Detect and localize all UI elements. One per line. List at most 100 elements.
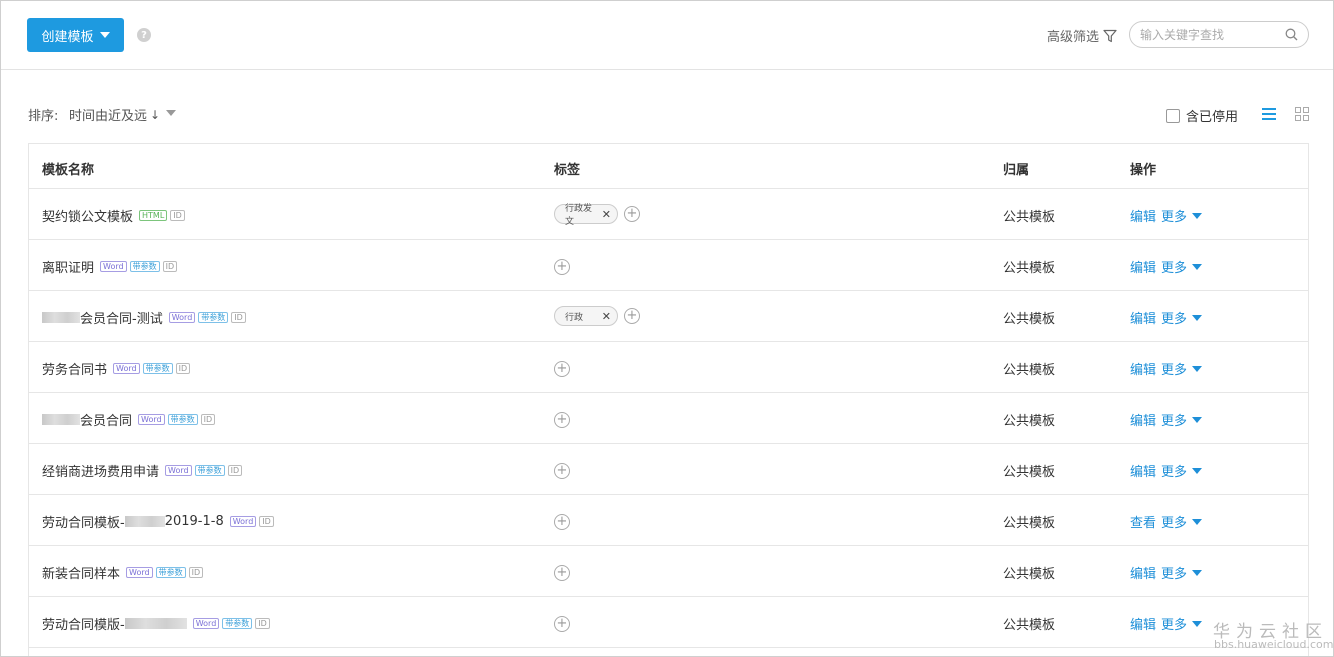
add-tag-icon[interactable]: + bbox=[554, 616, 570, 632]
search-field bbox=[1129, 21, 1309, 48]
format-badge: 带参数 bbox=[167, 414, 198, 425]
edit-link[interactable]: 编辑 bbox=[1130, 206, 1156, 225]
tags-cell: 行政发文 ✕ + bbox=[554, 204, 640, 227]
more-dropdown[interactable]: 更多 bbox=[1161, 359, 1203, 378]
template-name: 离职证明 bbox=[42, 261, 95, 276]
caret-down-icon bbox=[1192, 263, 1203, 270]
sort-direction-icon: ↓ bbox=[150, 107, 161, 122]
ops-cell: 编辑 更多 bbox=[1130, 257, 1203, 276]
tags-cell: + bbox=[554, 616, 570, 632]
more-dropdown[interactable]: 更多 bbox=[1161, 410, 1203, 429]
more-dropdown[interactable]: 更多 bbox=[1161, 257, 1203, 276]
help-icon[interactable]: ? bbox=[137, 28, 151, 42]
format-badge: Word bbox=[138, 414, 165, 425]
add-tag-icon[interactable]: + bbox=[554, 259, 570, 275]
table-row: 劳务合同书 Word 带参数 ID + 公共模板 编辑 更多 bbox=[29, 342, 1308, 393]
edit-link[interactable]: 编辑 bbox=[1130, 257, 1156, 276]
edit-link[interactable]: 编辑 bbox=[1130, 410, 1156, 429]
format-badge: ID bbox=[231, 312, 246, 323]
format-badge: Word bbox=[100, 261, 127, 272]
template-name: 2019-1-8 bbox=[164, 514, 224, 529]
template-name-prefix: 劳动合同模版- bbox=[42, 618, 125, 633]
owner-cell: 公共模板 bbox=[1003, 414, 1056, 429]
format-badge: ID bbox=[227, 465, 243, 476]
include-disabled-toggle[interactable]: 含已停用 bbox=[1166, 106, 1238, 125]
more-dropdown[interactable]: 更多 bbox=[1161, 308, 1203, 327]
more-dropdown[interactable]: 更多 bbox=[1161, 563, 1203, 582]
format-badge: HTML bbox=[139, 210, 168, 221]
owner-cell: 公共模板 bbox=[1003, 210, 1056, 225]
edit-link[interactable]: 编辑 bbox=[1130, 614, 1156, 633]
create-template-button[interactable]: 创建模板 bbox=[27, 18, 124, 52]
template-name-cell[interactable]: 劳动合同模板- 2019-1-8 Word ID bbox=[42, 512, 274, 531]
caret-down-icon bbox=[1192, 365, 1203, 372]
grid-view-icon[interactable] bbox=[1295, 107, 1309, 121]
view-link[interactable]: 查看 bbox=[1130, 512, 1156, 531]
more-label: 更多 bbox=[1161, 567, 1188, 582]
advanced-filter-button[interactable]: 高级筛选 bbox=[1047, 26, 1117, 45]
tag-label: 行政发文 bbox=[565, 204, 593, 227]
format-badge: 带参数 bbox=[222, 618, 253, 629]
template-name: 契约锁公文模板 bbox=[42, 210, 134, 225]
tag-chip: 行政发文 ✕ bbox=[554, 204, 618, 227]
app-frame: 创建模板 ? 高级筛选 排序: 时间由近及远 ↓ 含已停用 bbox=[0, 0, 1334, 657]
list-view-icon[interactable] bbox=[1262, 108, 1276, 120]
watermark-url: bbs.huaweicloud.com bbox=[1214, 638, 1334, 651]
table-row: 劳动合同模版- Word 带参数 ID + 公共模板 编辑 更多 bbox=[29, 597, 1308, 648]
search-input[interactable] bbox=[1140, 26, 1280, 44]
sort-caret-icon[interactable] bbox=[166, 110, 176, 116]
include-disabled-label: 含已停用 bbox=[1186, 110, 1239, 125]
template-name: 新装合同样本 bbox=[42, 567, 121, 582]
sort-label: 排序: bbox=[28, 109, 59, 124]
template-name-cell[interactable]: 会员合同-测试 Word 带参数 ID bbox=[42, 308, 246, 327]
format-badge: 带参数 bbox=[155, 567, 186, 578]
format-badge: 带参数 bbox=[198, 312, 229, 323]
more-dropdown[interactable]: 更多 bbox=[1161, 512, 1203, 531]
more-label: 更多 bbox=[1161, 363, 1188, 378]
header-ops: 操作 bbox=[1130, 163, 1157, 178]
header-tags: 标签 bbox=[554, 163, 581, 178]
template-name-cell[interactable]: 新装合同样本 Word 带参数 ID bbox=[42, 563, 204, 582]
ops-cell: 查看 更多 bbox=[1130, 512, 1203, 531]
format-badge: Word bbox=[165, 465, 192, 476]
edit-link[interactable]: 编辑 bbox=[1130, 563, 1156, 582]
format-badge: Word bbox=[126, 567, 153, 578]
sort-select[interactable]: 时间由近及远 ↓ bbox=[69, 105, 161, 125]
format-badge: Word bbox=[229, 516, 257, 527]
sort-value: 时间由近及远 bbox=[69, 109, 148, 124]
template-name-cell[interactable]: 会员合同 Word 带参数 ID bbox=[42, 410, 216, 429]
template-name-cell[interactable]: 离职证明 Word 带参数 ID bbox=[42, 257, 178, 276]
caret-down-icon bbox=[99, 32, 110, 38]
add-tag-icon[interactable]: + bbox=[554, 514, 570, 530]
ops-cell: 编辑 更多 bbox=[1130, 410, 1203, 429]
template-name: 会员合同-测试 bbox=[80, 312, 163, 327]
edit-link[interactable]: 编辑 bbox=[1130, 308, 1156, 327]
table-row: 会员合同-测试 Word 带参数 ID 行政 ✕ + 公共模板 编辑 更多 bbox=[29, 291, 1308, 342]
include-disabled-checkbox[interactable] bbox=[1166, 108, 1180, 123]
more-dropdown[interactable]: 更多 bbox=[1161, 614, 1203, 633]
remove-tag-icon[interactable]: ✕ bbox=[602, 310, 611, 323]
edit-link[interactable]: 编辑 bbox=[1130, 461, 1156, 480]
edit-link[interactable]: 编辑 bbox=[1130, 359, 1156, 378]
caret-down-icon bbox=[1192, 212, 1203, 219]
ops-cell: 编辑 更多 bbox=[1130, 359, 1203, 378]
add-tag-icon[interactable]: + bbox=[554, 412, 570, 428]
caret-down-icon bbox=[1192, 620, 1203, 627]
search-icon[interactable] bbox=[1285, 28, 1298, 41]
add-tag-icon[interactable]: + bbox=[554, 565, 570, 581]
format-badge: 带参数 bbox=[129, 261, 160, 272]
add-tag-icon[interactable]: + bbox=[624, 206, 640, 222]
add-tag-icon[interactable]: + bbox=[554, 361, 570, 377]
add-tag-icon[interactable]: + bbox=[624, 308, 640, 324]
template-name-cell[interactable]: 劳务合同书 Word 带参数 ID bbox=[42, 359, 191, 378]
template-name-cell[interactable]: 经销商进场费用申请 Word 带参数 ID bbox=[42, 461, 243, 480]
more-dropdown[interactable]: 更多 bbox=[1161, 206, 1203, 225]
advanced-filter-label: 高级筛选 bbox=[1047, 30, 1100, 45]
more-dropdown[interactable]: 更多 bbox=[1161, 461, 1203, 480]
template-name-cell[interactable]: 契约锁公文模板 HTML ID bbox=[42, 206, 185, 225]
caret-down-icon bbox=[1192, 569, 1203, 576]
remove-tag-icon[interactable]: ✕ bbox=[602, 208, 611, 221]
template-name-prefix: 劳动合同模板- bbox=[42, 516, 125, 531]
template-name-cell[interactable]: 劳动合同模版- Word 带参数 ID bbox=[42, 614, 270, 633]
add-tag-icon[interactable]: + bbox=[554, 463, 570, 479]
